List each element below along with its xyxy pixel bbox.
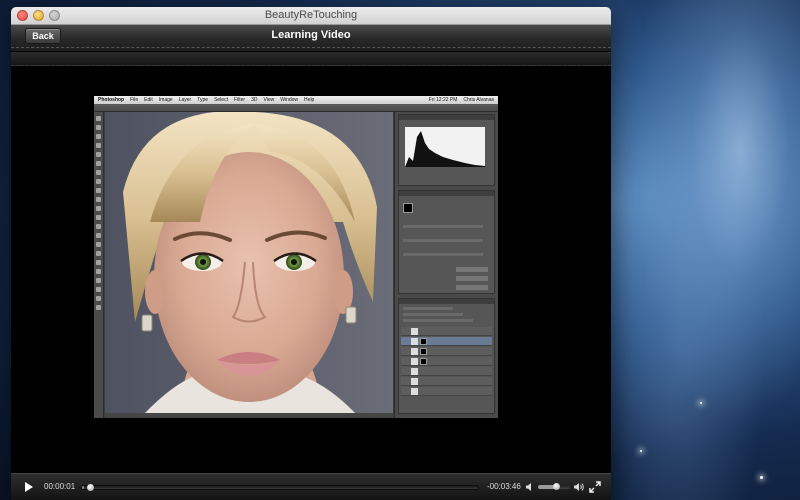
ps-menu-item: Image	[158, 97, 173, 103]
window-titlebar: BeautyReTouching	[11, 7, 611, 25]
speaker-low-icon[interactable]	[525, 482, 535, 492]
seek-bar[interactable]	[81, 484, 479, 491]
ps-menu-item: View	[263, 97, 275, 103]
navigation-bar: Back Learning Video	[11, 25, 611, 52]
page-title: Learning Video	[271, 29, 351, 41]
ps-toolbox	[94, 112, 104, 418]
ps-menu-item: 3D	[251, 97, 258, 103]
nav-subbar	[11, 52, 611, 66]
ps-menubar: Photoshop File Edit Image Layer Type Sel…	[94, 96, 498, 104]
play-icon[interactable]	[25, 482, 33, 492]
desktop-star	[760, 476, 763, 479]
ps-menu-item: Filter	[233, 97, 246, 103]
histogram-graph	[405, 131, 485, 167]
volume-slider[interactable]	[538, 483, 570, 490]
video-player[interactable]: Photoshop File Edit Image Layer Type Sel…	[11, 67, 611, 473]
player-controls: 00:00:01 -00:03:46	[11, 473, 611, 500]
desktop-nebula	[600, 0, 800, 500]
ps-menu-item: Type	[197, 97, 209, 103]
desktop-star	[640, 450, 642, 452]
remaining-time: -00:03:46	[487, 482, 521, 491]
speaker-high-icon[interactable]	[573, 482, 584, 492]
current-time: 00:00:01	[44, 482, 76, 491]
volume-knob[interactable]	[552, 483, 560, 490]
ps-menu-item: Window	[280, 97, 299, 103]
ps-layers-panel	[398, 298, 495, 414]
video-frame: Photoshop File Edit Image Layer Type Sel…	[94, 96, 498, 418]
ps-status-bar	[105, 413, 393, 418]
ps-menu-item: Edit	[144, 97, 153, 103]
ps-app-name: Photoshop	[98, 97, 125, 103]
ps-properties-panel	[398, 190, 495, 294]
fullscreen-icon[interactable]	[589, 481, 601, 493]
ps-clock: Fri 12:22 PM	[428, 97, 458, 103]
window-title: BeautyReTouching	[264, 9, 358, 21]
ps-menu-item: Help	[304, 97, 315, 103]
ps-user: Chris Alvanas	[463, 97, 494, 103]
ps-histogram-panel	[398, 114, 495, 186]
app-window: BeautyReTouching Back Learning Video Pho…	[11, 7, 611, 500]
ps-menu-item: File	[130, 97, 139, 103]
ps-canvas-portrait	[105, 112, 393, 413]
seek-knob[interactable]	[86, 484, 94, 491]
ps-options-bar	[94, 104, 498, 112]
desktop-star	[700, 402, 702, 404]
ps-menu-item: Layer	[178, 97, 192, 103]
portrait-image	[105, 112, 393, 413]
ps-menu-item: Select	[214, 97, 228, 103]
ps-panels	[394, 112, 498, 418]
seek-progress	[82, 486, 84, 489]
